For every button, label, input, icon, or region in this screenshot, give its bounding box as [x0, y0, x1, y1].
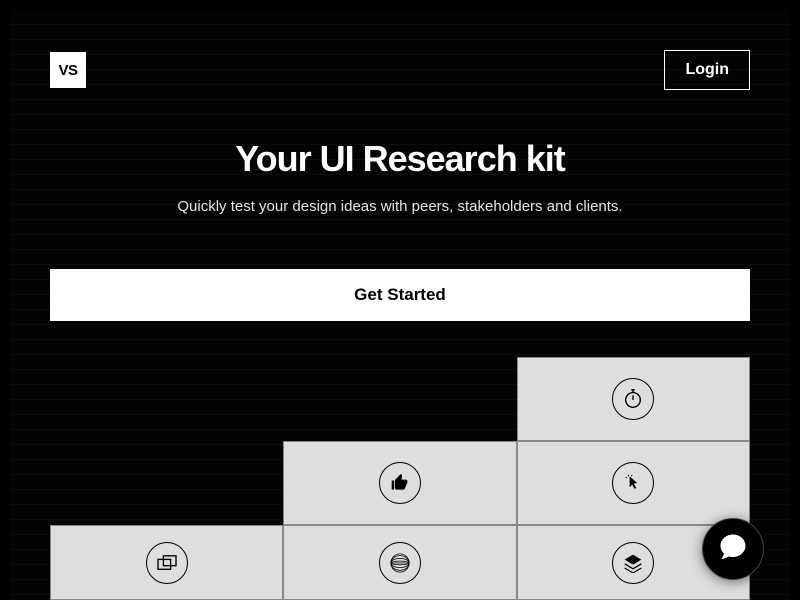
page-subtitle: Quickly test your design ideas with peer… — [50, 198, 750, 215]
logo[interactable]: VS — [50, 52, 86, 88]
feature-card[interactable] — [283, 441, 516, 525]
login-button[interactable]: Login — [664, 50, 750, 90]
feature-card[interactable] — [517, 441, 750, 525]
header: VS Login — [10, 10, 790, 90]
logo-text: VS — [58, 62, 77, 79]
chat-bubble-icon — [718, 532, 748, 567]
page-title: Your UI Research kit — [50, 138, 750, 180]
click-cursor-icon — [612, 462, 654, 504]
feature-card[interactable] — [517, 357, 750, 441]
cta-label: Get Started — [354, 285, 446, 304]
hero: Your UI Research kit Quickly test your d… — [10, 138, 790, 215]
sphere-lines-icon — [379, 542, 421, 584]
stopwatch-icon — [612, 378, 654, 420]
thumbs-up-icon — [379, 462, 421, 504]
get-started-button[interactable]: Get Started — [50, 269, 750, 321]
feature-card-empty — [50, 441, 283, 525]
app-frame: VS Login Your UI Research kit Quickly te… — [10, 10, 790, 600]
layers-stack-icon — [612, 542, 654, 584]
feature-card-empty — [283, 357, 516, 441]
cta-container: Get Started — [50, 269, 750, 321]
feature-grid — [50, 357, 750, 600]
feature-card-empty — [50, 357, 283, 441]
overlap-windows-icon — [146, 542, 188, 584]
chat-widget-button[interactable] — [702, 518, 764, 580]
feature-card[interactable] — [283, 525, 516, 600]
feature-card[interactable] — [50, 525, 283, 600]
login-label: Login — [685, 61, 729, 78]
